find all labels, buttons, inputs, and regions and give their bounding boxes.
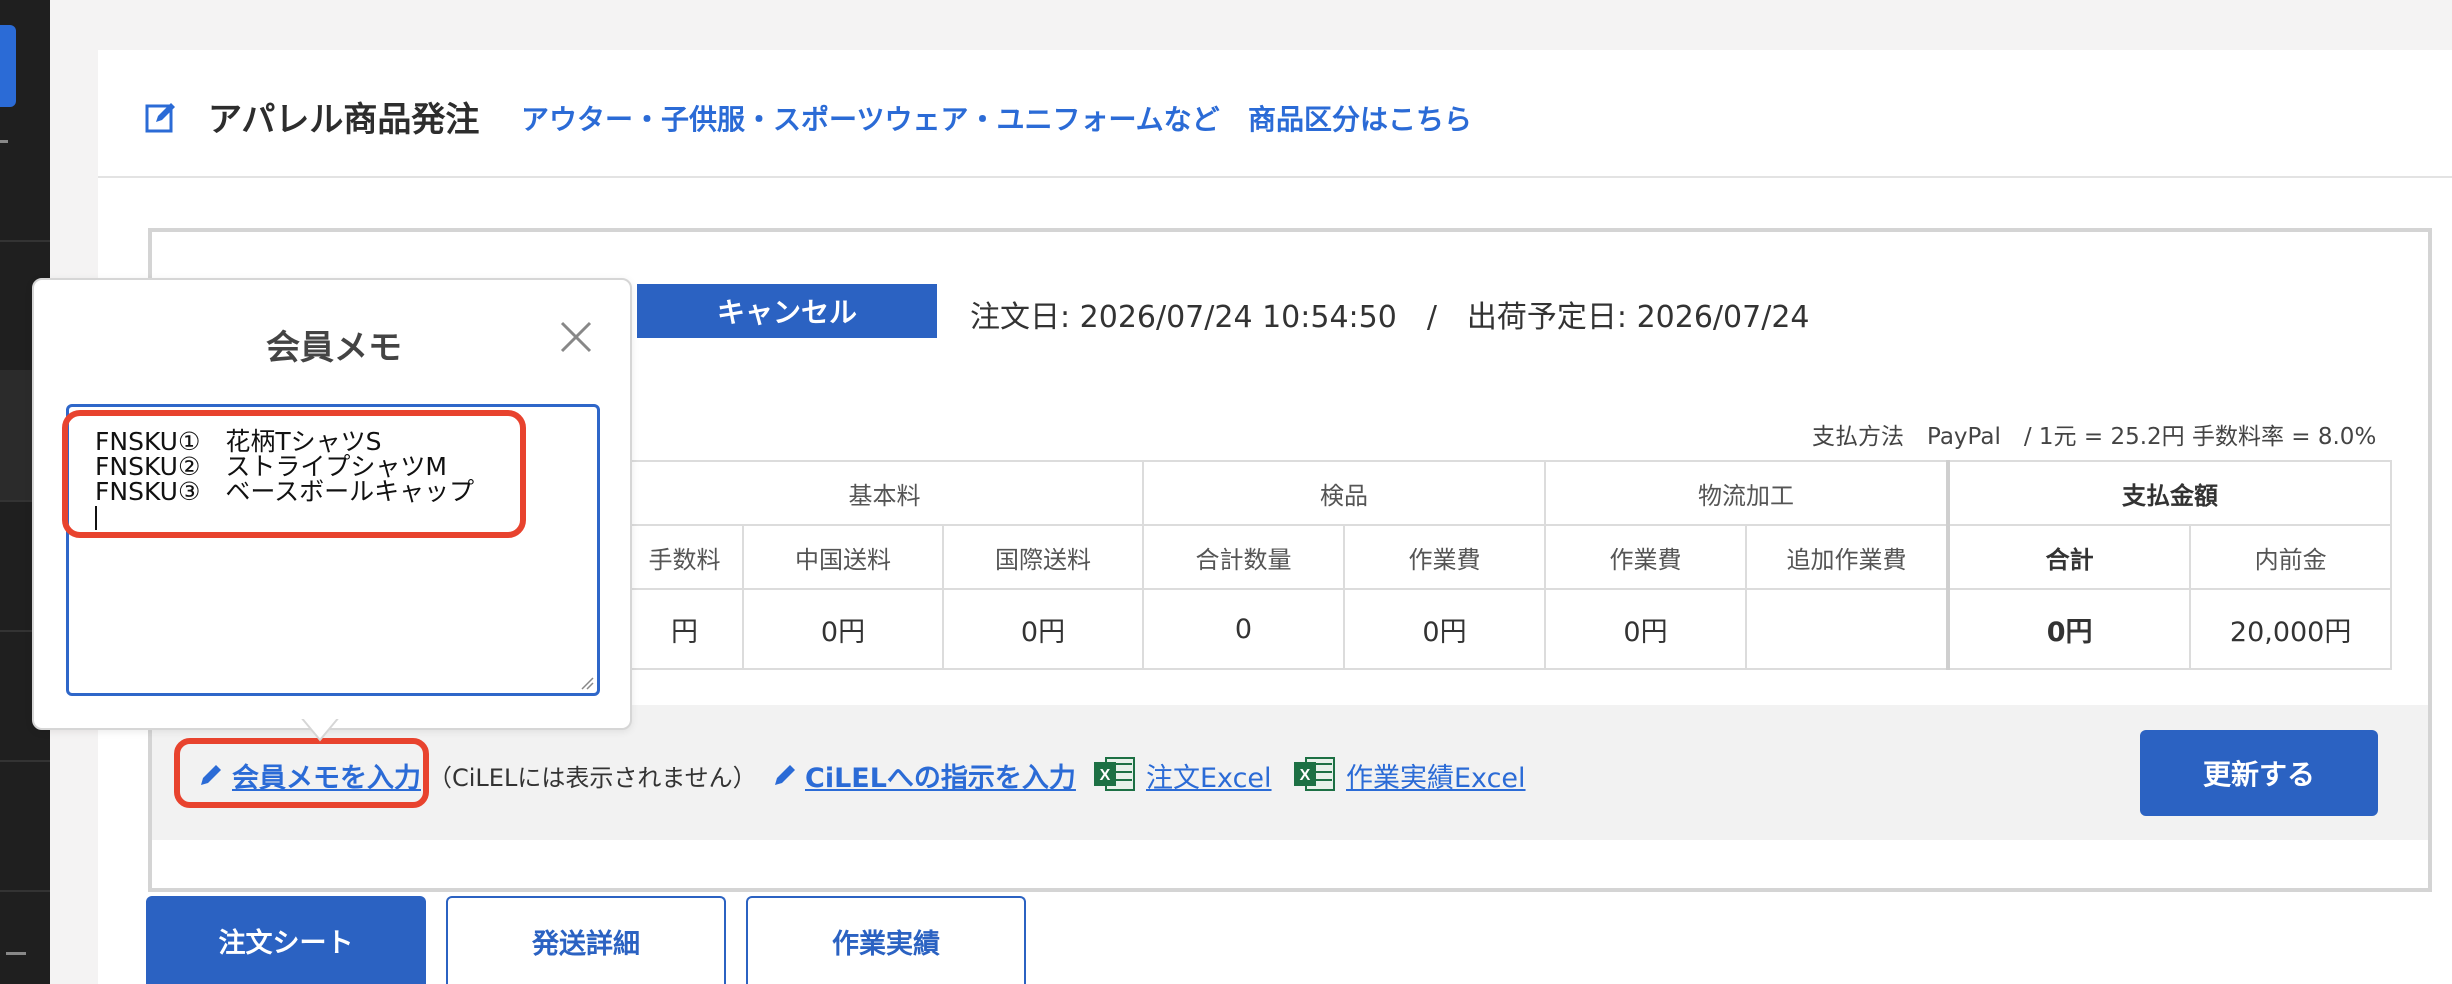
work-results-excel-link[interactable]: 作業実績Excel	[1346, 756, 1526, 795]
excel-icon: X	[1094, 757, 1135, 791]
sidebar-divider	[0, 890, 50, 892]
cell-fee: 円	[625, 588, 744, 670]
page-title: アパレル商品発注	[208, 100, 480, 140]
col-header-total: 合計	[1945, 524, 2192, 590]
col-header-extra-work: 追加作業費	[1744, 524, 1950, 590]
resize-grip-icon[interactable]	[580, 676, 594, 690]
popover-title: 会員メモ	[266, 328, 402, 368]
tab-order-sheet[interactable]: 注文シート	[146, 896, 426, 984]
svg-text:X: X	[1100, 767, 1111, 784]
edit-note-icon	[145, 103, 175, 133]
sidebar-mark	[0, 140, 8, 143]
payment-info: 支払方法 PayPal / 1元 = 25.2円 手数料率 = 8.0%	[1812, 424, 2377, 450]
group-header-inspection: 検品	[1142, 460, 1546, 526]
cancel-button[interactable]: キャンセル	[637, 284, 937, 338]
cell-total-qty: 0	[1142, 588, 1345, 670]
cilel-instruction-link[interactable]: CiLELへの指示を入力	[805, 756, 1076, 795]
order-dates: 注文日: 2026/07/24 10:54:50 / 出荷予定日: 2026/0…	[970, 300, 1810, 335]
col-header-intl-shipping: 国際送料	[942, 524, 1144, 590]
cell-total: 0円	[1945, 588, 2192, 670]
cell-china-shipping: 0円	[742, 588, 944, 670]
cell-inspection-work: 0円	[1343, 588, 1546, 670]
group-header-basic: 基本料	[625, 460, 1144, 526]
category-guide-link[interactable]: 商品区分はこちら	[1248, 98, 1472, 138]
col-header-china-shipping: 中国送料	[742, 524, 944, 590]
col-header-total-qty: 合計数量	[1142, 524, 1345, 590]
sidebar-divider	[0, 240, 50, 242]
col-header-fee: 手数料	[625, 524, 744, 590]
panel-header: アパレル商品発注 アウター・子供服・スポーツウェア・ユニフォームなど 商品区分は…	[98, 50, 2452, 178]
group-header-logistics: 物流加工	[1544, 460, 1949, 526]
sidebar-mark	[6, 952, 26, 955]
apparel-category-link[interactable]: アウター・子供服・スポーツウェア・ユニフォームなど	[521, 98, 1220, 138]
svg-text:X: X	[1300, 767, 1311, 784]
sidebar-active-tab[interactable]	[0, 25, 16, 107]
fee-table: 基本料 検品 物流加工 支払金額 手数料 中国送料 国際送料 合計数量 作業費 …	[625, 460, 2392, 670]
cell-extra-work	[1744, 588, 1950, 670]
excel-icon: X	[1294, 757, 1335, 791]
cell-logistics-work: 0円	[1544, 588, 1747, 670]
col-header-inspection-work: 作業費	[1343, 524, 1546, 590]
col-header-deposit: 内前金	[2189, 524, 2392, 590]
col-header-logistics-work: 作業費	[1544, 524, 1747, 590]
group-header-payment: 支払金額	[1946, 460, 2392, 526]
cell-deposit: 20,000円	[2189, 588, 2392, 670]
memo-text-annotation	[62, 410, 526, 538]
order-excel-link[interactable]: 注文Excel	[1146, 756, 1272, 795]
update-button[interactable]: 更新する	[2140, 730, 2378, 816]
popover-arrow	[300, 716, 340, 742]
tab-work-results[interactable]: 作業実績	[746, 896, 1026, 984]
pencil-icon	[775, 765, 795, 785]
sidebar-divider	[0, 760, 50, 762]
cell-intl-shipping: 0円	[942, 588, 1144, 670]
memo-link-annotation	[174, 738, 429, 808]
tab-shipping-details[interactable]: 発送詳細	[446, 896, 726, 984]
close-icon[interactable]	[556, 317, 596, 357]
memo-note: （CiLELには表示されません）	[428, 764, 757, 792]
